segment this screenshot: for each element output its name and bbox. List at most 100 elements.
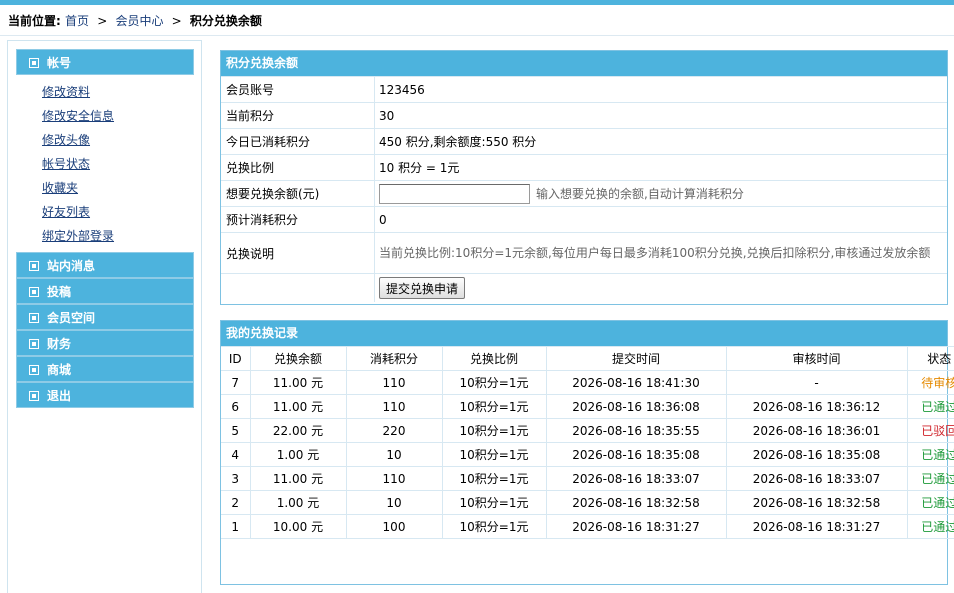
- cell-points: 110: [345, 394, 443, 419]
- sidebar-section-label: 财务: [47, 337, 72, 351]
- sidebar-section-label: 会员空间: [47, 311, 96, 325]
- form-label: 今日已消耗积分: [221, 129, 375, 154]
- cell-reviewed-time: 2026-08-16 18:31:27: [725, 514, 908, 539]
- sidebar-section-finance[interactable]: 财务: [16, 330, 194, 356]
- table-row: 6 11.00 元 110 10积分=1元 2026-08-16 18:36:0…: [221, 394, 954, 419]
- account-value: 123456: [379, 82, 425, 97]
- sidebar-link-edit-security[interactable]: 修改安全信息: [42, 108, 114, 124]
- sidebar-link-favorites[interactable]: 收藏夹: [42, 180, 78, 196]
- table-row: 5 22.00 元 220 10积分=1元 2026-08-16 18:35:5…: [221, 418, 954, 443]
- status-badge: 已通过: [906, 514, 954, 539]
- sidebar-section-label: 退出: [47, 389, 72, 403]
- cell-ratio: 10积分=1元: [441, 370, 547, 395]
- column-header: 兑换比例: [441, 346, 547, 371]
- form-label: 当前积分: [221, 103, 375, 128]
- amount-field-wrap: 输入想要兑换的余额,自动计算消耗积分: [376, 181, 947, 206]
- column-header: ID: [221, 346, 251, 371]
- form-row-today-used: 今日已消耗积分 450 积分,剩余额度:550 积分: [221, 128, 947, 154]
- status-badge: 已通过: [906, 490, 954, 515]
- cell-ratio: 10积分=1元: [441, 466, 547, 491]
- cell-submitted-time: 2026-08-16 18:35:08: [545, 442, 727, 467]
- sidebar-link-bind-external-login[interactable]: 绑定外部登录: [42, 228, 114, 244]
- cell-id: 5: [221, 418, 251, 443]
- panel-title: 积分兑换余额: [221, 51, 947, 76]
- table-row: 7 11.00 元 110 10积分=1元 2026-08-16 18:41:3…: [221, 370, 954, 395]
- sidebar-section-member-space[interactable]: 会员空间: [16, 304, 194, 330]
- cell-submitted-time: 2026-08-16 18:33:07: [545, 466, 727, 491]
- cell-ratio: 10积分=1元: [441, 514, 547, 539]
- status-badge: 已驳回: [906, 418, 954, 443]
- cell-amount: 11.00 元: [249, 394, 347, 419]
- breadcrumb-member-center-link[interactable]: 会员中心: [115, 14, 163, 28]
- exchange-records-panel: 我的兑换记录 ID 兑换余额 消耗积分 兑换比例 提交时间 审核时间 状态 7 …: [220, 320, 954, 585]
- sidebar-section-submissions[interactable]: 投稿: [16, 278, 194, 304]
- sidebar-section-label: 帐号: [47, 56, 72, 70]
- cell-id: 3: [221, 466, 251, 491]
- sidebar-section-logout[interactable]: 退出: [16, 382, 194, 408]
- cell-submitted-time: 2026-08-16 18:35:55: [545, 418, 727, 443]
- today-used-value: 450 积分,剩余额度:550 积分: [379, 135, 537, 149]
- form-row-estimate: 预计消耗积分 0: [221, 206, 947, 232]
- cell-id: 4: [221, 442, 251, 467]
- submit-exchange-button[interactable]: 提交兑换申请: [379, 277, 466, 299]
- cell-amount: 1.00 元: [249, 490, 347, 515]
- cell-reviewed-time: 2026-08-16 18:35:08: [725, 442, 908, 467]
- form-row-account: 会员账号 123456: [221, 76, 947, 102]
- cell-amount: 11.00 元: [249, 466, 347, 491]
- cell-reviewed-time: -: [725, 370, 908, 395]
- form-label: 会员账号: [221, 77, 375, 102]
- square-bullet-icon: [29, 365, 39, 375]
- cell-submitted-time: 2026-08-16 18:36:08: [545, 394, 727, 419]
- cell-reviewed-time: 2026-08-16 18:36:01: [725, 418, 908, 443]
- sidebar-section-messages[interactable]: 站内消息: [16, 252, 194, 278]
- sidebar-section-label: 商城: [47, 363, 72, 377]
- form-row-note: 兑换说明 当前兑换比例:10积分=1元余额,每位用户每日最多消耗100积分兑换,…: [221, 232, 947, 273]
- breadcrumb: 当前位置: 首页 > 会员中心 > 积分兑换余额: [8, 13, 262, 29]
- ratio-value: 10 积分 = 1元: [379, 161, 460, 175]
- exchange-form-panel: 积分兑换余额 会员账号 123456 当前积分 30 今日已消耗积分 450 积…: [220, 50, 948, 305]
- form-label: 兑换说明: [221, 233, 375, 273]
- column-header: 兑换余额: [249, 346, 347, 371]
- column-header: 审核时间: [725, 346, 908, 371]
- status-badge: 已通过: [906, 442, 954, 467]
- breadcrumb-home-link[interactable]: 首页: [65, 14, 89, 28]
- cell-ratio: 10积分=1元: [441, 418, 547, 443]
- sidebar-link-account-status[interactable]: 帐号状态: [42, 156, 90, 172]
- amount-hint: 输入想要兑换的余额,自动计算消耗积分: [536, 187, 744, 201]
- square-bullet-icon: [29, 58, 39, 68]
- sidebar-section-account[interactable]: 帐号: [16, 49, 194, 75]
- cell-reviewed-time: 2026-08-16 18:32:58: [725, 490, 908, 515]
- breadcrumb-separator: >: [171, 14, 182, 28]
- cell-points: 10: [345, 442, 443, 467]
- square-bullet-icon: [29, 313, 39, 323]
- sidebar-link-friends[interactable]: 好友列表: [42, 204, 90, 220]
- form-label-empty: [221, 274, 375, 302]
- cell-submitted-time: 2026-08-16 18:32:58: [545, 490, 727, 515]
- breadcrumb-separator: >: [97, 14, 108, 28]
- sidebar-link-edit-avatar[interactable]: 修改头像: [42, 132, 90, 148]
- cell-amount: 10.00 元: [249, 514, 347, 539]
- cell-submitted-time: 2026-08-16 18:41:30: [545, 370, 727, 395]
- table-row: 1 10.00 元 100 10积分=1元 2026-08-16 18:31:2…: [221, 514, 954, 539]
- square-bullet-icon: [29, 339, 39, 349]
- sidebar: 帐号 修改资料 修改安全信息 修改头像 帐号状态 收藏夹 好友列表 绑定外部登录…: [7, 40, 202, 593]
- cell-reviewed-time: 2026-08-16 18:33:07: [725, 466, 908, 491]
- amount-input[interactable]: [379, 183, 530, 204]
- square-bullet-icon: [29, 261, 39, 271]
- form-row-amount: 想要兑换余额(元) 输入想要兑换的余额,自动计算消耗积分: [221, 180, 947, 206]
- sidebar-section-shop[interactable]: 商城: [16, 356, 194, 382]
- cell-reviewed-time: 2026-08-16 18:36:12: [725, 394, 908, 419]
- cell-ratio: 10积分=1元: [441, 490, 547, 515]
- form-label: 兑换比例: [221, 155, 375, 180]
- note-value: 当前兑换比例:10积分=1元余额,每位用户每日最多消耗100积分兑换,兑换后扣除…: [379, 246, 931, 260]
- form-label: 预计消耗积分: [221, 207, 375, 232]
- breadcrumb-current: 积分兑换余额: [189, 14, 262, 28]
- sidebar-link-edit-profile[interactable]: 修改资料: [42, 84, 90, 100]
- cell-id: 1: [221, 514, 251, 539]
- cell-points: 220: [345, 418, 443, 443]
- table-row: 3 11.00 元 110 10积分=1元 2026-08-16 18:33:0…: [221, 466, 954, 491]
- column-header: 状态: [906, 346, 954, 371]
- cell-points: 110: [345, 466, 443, 491]
- cell-submitted-time: 2026-08-16 18:31:27: [545, 514, 727, 539]
- note-wrap: 当前兑换比例:10积分=1元余额,每位用户每日最多消耗100积分兑换,兑换后扣除…: [376, 233, 947, 273]
